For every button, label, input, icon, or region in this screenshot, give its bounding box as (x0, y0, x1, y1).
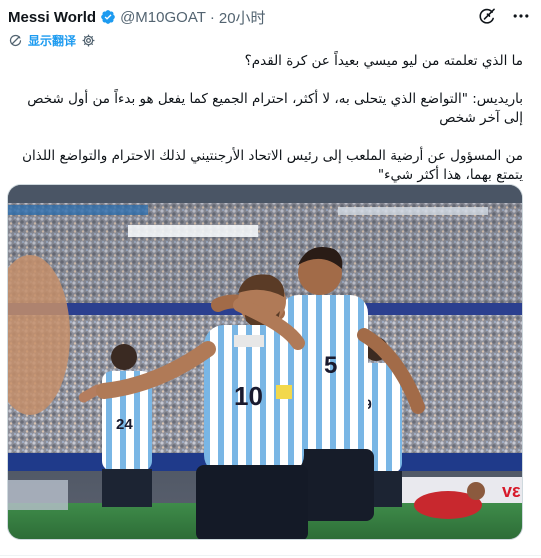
more-icon[interactable] (511, 6, 531, 26)
jersey-number-10: 10 (234, 381, 263, 411)
tweet-paragraph: من المسؤول عن أرضية الملعب إلى رئيس الات… (22, 148, 523, 183)
tweet-paragraph: ما الذي تعلمته من ليو ميسي بعيداً عن كرة… (244, 53, 523, 69)
gear-icon[interactable] (81, 33, 96, 48)
header-actions (477, 6, 531, 26)
separator-dot: · (209, 8, 215, 26)
bottom-divider (0, 555, 541, 556)
author-name[interactable]: Messi World (8, 9, 96, 26)
translate-icon (9, 34, 22, 46)
tweet-photo[interactable]: vε 24 9 5 (7, 184, 523, 540)
jersey-number-5: 5 (324, 352, 337, 379)
tweet[interactable]: Messi World @M10GOAT · 20小时 显示翻译 ما الذي… (0, 0, 541, 558)
ad-board-text: vε (502, 481, 521, 501)
tweet-text: ما الذي تعلمته من ليو ميسي بعيداً عن كرة… (8, 52, 523, 185)
tweet-header: Messi World @M10GOAT · 20小时 (8, 6, 531, 28)
show-translation-link[interactable]: 显示翻译 (28, 32, 76, 49)
author-handle[interactable]: @M10GOAT (120, 9, 206, 26)
grok-icon[interactable] (477, 6, 497, 26)
translate-row: 显示翻译 (8, 31, 96, 49)
jersey-number-24: 24 (116, 416, 133, 433)
tweet-paragraph: باريديس: "التواضع الذي يتحلى به، لا أكثر… (27, 91, 523, 126)
post-time[interactable]: 20小时 (219, 7, 266, 28)
photo-scene: vε 24 9 5 (8, 185, 522, 539)
verified-badge-icon (101, 10, 115, 24)
